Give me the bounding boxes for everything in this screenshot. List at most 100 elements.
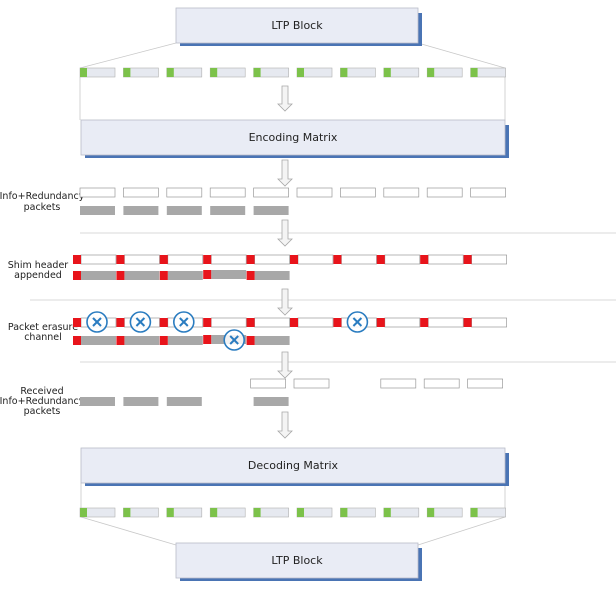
decoding-matrix-label: Decoding Matrix <box>248 459 339 472</box>
info-packet <box>427 317 464 328</box>
info-packet <box>250 378 286 389</box>
shim-header <box>463 255 472 264</box>
redundancy-packet <box>254 271 290 280</box>
segment-header <box>123 508 131 517</box>
shim-header <box>116 318 125 327</box>
info-packet <box>167 254 204 265</box>
segment-header <box>210 68 218 77</box>
arrow-down-icon <box>277 411 293 439</box>
shim-header <box>159 271 168 280</box>
shim-header <box>246 318 255 327</box>
shim-header <box>73 255 81 264</box>
x-circle-icon <box>129 311 152 333</box>
redundancy-packet <box>166 206 202 215</box>
segment-header <box>80 508 87 517</box>
segment-header <box>253 68 261 77</box>
shim-header <box>116 336 125 345</box>
info-packet <box>210 317 247 328</box>
connector-line <box>79 42 177 69</box>
info-packet <box>124 254 160 265</box>
redundancy-packet <box>80 397 115 406</box>
segment-header <box>123 68 131 77</box>
info-packet <box>423 378 460 389</box>
shim-header <box>376 255 385 264</box>
segment-header <box>210 508 218 517</box>
info-packet <box>254 254 290 265</box>
shim-header <box>333 318 342 327</box>
redundancy-packet <box>81 336 116 345</box>
info-packet <box>384 254 421 265</box>
info-packet <box>340 187 376 198</box>
segment-header <box>166 68 174 77</box>
segment-header <box>427 508 435 517</box>
ltp-coding-diagram: LTP Block Encoding Matrix Decoding Matri… <box>0 7 616 581</box>
shim-header <box>290 255 298 264</box>
segment-header <box>427 68 435 77</box>
top-ltp-block-label: LTP Block <box>271 19 323 32</box>
info-packet <box>209 187 246 198</box>
segment-header <box>297 68 304 77</box>
info-packet <box>123 187 159 198</box>
segment-header <box>340 508 348 517</box>
shim-header <box>73 318 81 327</box>
info-redundancy-label-2: packets <box>24 202 61 213</box>
blocks: LTP Block Encoding Matrix Decoding Matri… <box>80 7 509 581</box>
info-packet <box>293 378 330 389</box>
shim-header <box>159 336 168 345</box>
redundancy-packet <box>124 271 160 280</box>
shim-header <box>333 255 342 264</box>
row-labels: Info+Redundancy packets Shim header appe… <box>0 191 85 417</box>
info-packet <box>253 187 289 198</box>
info-redundancy-label-1: Info+Redundancy <box>0 191 85 202</box>
x-circle-icon <box>86 311 108 333</box>
connector-line <box>80 516 177 546</box>
decoding-matrix: Decoding Matrix <box>80 447 509 486</box>
segment-header <box>80 68 87 77</box>
shim-label-2: appended <box>14 270 62 281</box>
shim-header <box>420 255 429 264</box>
arrow-down-icon <box>277 288 293 316</box>
x-circle-icon <box>173 311 195 333</box>
shim-header <box>159 255 168 264</box>
segment-header <box>340 68 348 77</box>
redundancy-packet <box>123 397 159 406</box>
info-packet <box>166 187 203 198</box>
segment-header <box>166 508 174 517</box>
shim-header <box>203 318 212 327</box>
redundancy-packet <box>167 336 203 345</box>
shim-header <box>116 255 125 264</box>
redundancy-packet <box>210 206 246 215</box>
arrow-down-icon <box>277 85 293 112</box>
shim-header <box>73 271 81 280</box>
redundancy-packet <box>80 206 115 215</box>
arrow-down-icon <box>277 351 293 379</box>
redundancy-packet <box>167 271 203 280</box>
shim-header <box>203 270 212 279</box>
erasure-label-2: channel <box>24 332 62 343</box>
connector-line <box>417 42 506 69</box>
redundancy-packet <box>254 336 290 345</box>
top-ltp-block: LTP Block <box>175 7 422 46</box>
info-packet <box>341 254 377 265</box>
redundancy-packet <box>81 271 116 280</box>
info-packet <box>383 187 420 198</box>
shim-header <box>246 255 255 264</box>
info-packet <box>297 317 334 328</box>
shim-header <box>290 318 298 327</box>
info-packet <box>384 317 421 328</box>
received-label-3: packets <box>24 406 61 417</box>
shim-header <box>376 318 385 327</box>
redundancy-packet <box>253 397 289 406</box>
info-packet <box>471 254 507 265</box>
shim-header <box>246 271 255 280</box>
segment-header <box>383 68 391 77</box>
info-packet <box>380 378 417 389</box>
info-packet <box>210 254 247 265</box>
segment-header <box>470 68 478 77</box>
shim-header <box>420 318 429 327</box>
info-packet <box>254 317 290 328</box>
info-packet <box>426 187 463 198</box>
x-circle-icon <box>223 329 245 351</box>
shim-header <box>116 271 125 280</box>
info-packet <box>297 254 334 265</box>
